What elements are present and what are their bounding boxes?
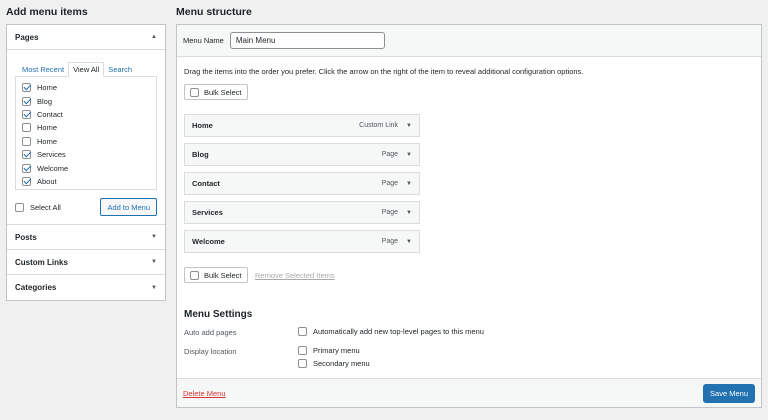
menu-item-title: Blog [192,150,209,159]
menu-item-type: Page [381,238,399,245]
page-label: Home [37,83,58,93]
auto-add-option[interactable]: Automatically add new top-level pages to… [298,327,484,336]
primary-menu-option[interactable]: Primary menu [298,346,360,355]
chevron-down-icon[interactable]: ▼ [406,152,412,158]
menu-item-home[interactable]: Home Custom Link ▼ [184,114,420,137]
menu-item-welcome[interactable]: Welcome Page ▼ [184,230,420,253]
select-all-label: Select All [30,202,61,212]
menu-item-title: Home [192,121,213,130]
menu-structure-panel: Menu Name Main Menu Drag the items into … [176,24,762,408]
list-item[interactable]: About [22,175,150,188]
menu-item-type: Page [381,209,399,216]
page-checkbox[interactable] [22,109,31,119]
menu-item-title: Contact [192,179,220,188]
display-location-label: Display location [184,347,237,356]
chevron-down-icon[interactable]: ▼ [406,239,412,245]
menu-name-bar: Menu Name Main Menu [177,25,761,57]
tab-search[interactable]: Search [104,63,136,76]
chevron-down-icon[interactable]: ▼ [406,210,412,216]
custom-links-accordion-header[interactable]: Custom Links ▼ [7,250,165,275]
page-checkbox[interactable] [22,83,31,93]
pages-tabs: Most Recent View All Search [18,62,157,77]
select-all-toggle[interactable]: Select All [15,202,61,212]
chevron-down-icon[interactable]: ▼ [151,234,157,240]
pages-checklist: Home Blog Contact Home Home Services Wel… [15,76,157,190]
custom-links-title: Custom Links [15,257,68,267]
save-menu-button[interactable]: Save Menu [703,383,755,403]
posts-title: Posts [15,232,37,242]
page-checkbox[interactable] [22,123,31,133]
select-all-checkbox[interactable] [15,202,24,212]
chevron-up-icon[interactable]: ▲ [151,34,157,40]
secondary-menu-label: Secondary menu [313,359,370,368]
list-item[interactable]: Contact [22,108,150,121]
menu-item-title: Welcome [192,237,225,246]
menu-item-title: Services [192,208,223,217]
page-label: Blog [37,96,53,106]
tab-view-all[interactable]: View All [68,62,105,77]
auto-add-pages-label: Auto add pages [184,328,237,337]
menu-item-type: Custom Link [359,122,399,129]
menu-name-label: Menu Name [183,36,224,45]
bulk-select-top[interactable]: Bulk Select [184,84,248,100]
pages-footer: Select All Add to Menu [15,198,157,216]
list-item[interactable]: Home [22,81,150,94]
chevron-down-icon[interactable]: ▼ [406,123,412,129]
posts-accordion-header[interactable]: Posts ▼ [7,225,165,250]
instructions-text: Drag the items into the order you prefer… [184,67,584,76]
page-checkbox[interactable] [22,150,31,160]
pages-accordion-body: Most Recent View All Search Home Blog Co… [7,50,165,225]
auto-add-option-label: Automatically add new top-level pages to… [313,327,484,336]
page-label: Home [37,123,58,133]
chevron-down-icon[interactable]: ▼ [406,181,412,187]
primary-menu-checkbox[interactable] [298,346,307,355]
menu-item-contact[interactable]: Contact Page ▼ [184,172,420,195]
categories-accordion-header[interactable]: Categories ▼ [7,275,165,300]
page-label: Services [37,150,66,160]
list-item[interactable]: Services [22,148,150,161]
remove-selected-items-link[interactable]: Remove Selected Items [255,271,335,280]
page-checkbox[interactable] [22,176,31,186]
menu-footer-bar: Delete Menu Save Menu [177,378,761,407]
chevron-down-icon[interactable]: ▼ [151,259,157,265]
secondary-menu-checkbox[interactable] [298,359,307,368]
add-menu-items-heading: Add menu items [6,6,88,18]
secondary-menu-option[interactable]: Secondary menu [298,359,370,368]
list-item[interactable]: Home [22,135,150,148]
categories-title: Categories [15,283,57,292]
bulk-select-label: Bulk Select [204,270,242,280]
page-label: Home [37,136,58,146]
chevron-down-icon[interactable]: ▼ [151,285,157,291]
menu-structure-heading: Menu structure [176,6,252,18]
delete-menu-link[interactable]: Delete Menu [183,389,226,398]
page-checkbox[interactable] [22,136,31,146]
page-label: About [37,176,57,186]
primary-menu-label: Primary menu [313,346,360,355]
menu-item-type: Page [381,180,399,187]
page-checkbox[interactable] [22,96,31,106]
list-item[interactable]: Blog [22,94,150,107]
bulk-select-checkbox[interactable] [190,87,199,97]
add-to-menu-button[interactable]: Add to Menu [100,198,157,216]
auto-add-checkbox[interactable] [298,327,307,336]
menu-item-services[interactable]: Services Page ▼ [184,201,420,224]
list-item[interactable]: Welcome [22,161,150,174]
page-checkbox[interactable] [22,163,31,173]
pages-title: Pages [15,32,39,42]
bulk-select-bottom[interactable]: Bulk Select [184,267,248,283]
list-item[interactable]: Home [22,121,150,134]
menu-item-type: Page [381,151,399,158]
bulk-select-checkbox[interactable] [190,270,199,280]
menu-item-blog[interactable]: Blog Page ▼ [184,143,420,166]
page-label: Welcome [37,163,69,173]
menu-name-input[interactable]: Main Menu [229,32,385,49]
tab-most-recent[interactable]: Most Recent [18,63,68,76]
menu-settings-title: Menu Settings [184,309,253,320]
page-label: Contact [37,109,63,119]
bulk-select-label: Bulk Select [204,87,242,97]
add-menu-items-panel: Pages ▲ Most Recent View All Search Home… [6,24,166,301]
pages-accordion-header[interactable]: Pages ▲ [7,25,165,50]
